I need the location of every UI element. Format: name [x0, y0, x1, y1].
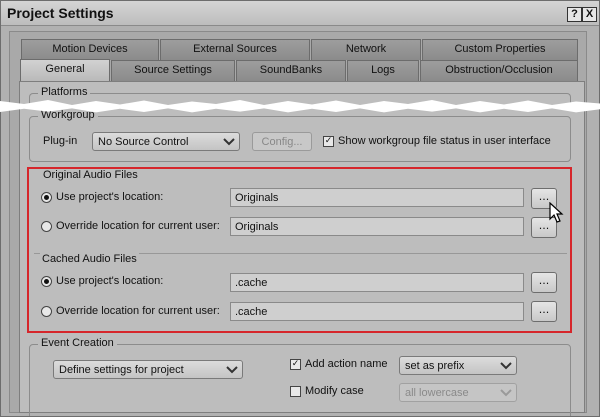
tab-logs[interactable]: Logs — [347, 60, 419, 81]
chevron-down-icon — [500, 389, 512, 397]
help-button[interactable]: ? — [567, 7, 582, 22]
event-creation-label: Event Creation — [38, 337, 117, 349]
platforms-label: Platforms — [38, 86, 91, 98]
chevron-down-icon — [226, 366, 238, 374]
close-button[interactable]: X — [582, 7, 597, 22]
chevron-down-icon — [223, 138, 235, 146]
show-status-checkbox[interactable]: ✓ — [323, 136, 334, 147]
tab-external-sources[interactable]: External Sources — [160, 39, 310, 60]
tab-general[interactable]: General — [20, 59, 110, 82]
audio-files-highlight-box — [27, 167, 572, 333]
plugin-label: Plug-in — [43, 135, 78, 147]
tab-source-settings[interactable]: Source Settings — [111, 60, 235, 81]
modify-case-dropdown[interactable]: all lowercase — [399, 383, 517, 402]
add-action-dropdown[interactable]: set as prefix — [399, 356, 517, 375]
window-title: Project Settings — [7, 5, 114, 21]
tab-custom-properties[interactable]: Custom Properties — [422, 39, 578, 60]
add-action-name-label: Add action name — [305, 358, 388, 370]
chevron-down-icon — [500, 362, 512, 370]
event-creation-group: Event Creation — [29, 337, 571, 416]
show-status-label: Show workgroup file status in user inter… — [338, 135, 551, 147]
title-bar[interactable]: Project Settings ? X — [1, 1, 599, 26]
event-definition-dropdown[interactable]: Define settings for project — [53, 360, 243, 379]
tab-obstruction-occlusion[interactable]: Obstruction/Occlusion — [420, 60, 578, 81]
modify-case-dropdown-value: all lowercase — [405, 387, 469, 399]
modify-case-label: Modify case — [305, 385, 364, 397]
add-action-dropdown-value: set as prefix — [405, 360, 465, 372]
tab-network[interactable]: Network — [311, 39, 421, 60]
add-action-name-checkbox[interactable]: ✓ — [290, 359, 301, 370]
tab-motion-devices[interactable]: Motion Devices — [21, 39, 159, 60]
modify-case-checkbox[interactable] — [290, 386, 301, 397]
plugin-dropdown-value: No Source Control — [98, 136, 189, 148]
event-definition-value: Define settings for project — [59, 364, 184, 376]
tab-soundbanks[interactable]: SoundBanks — [236, 60, 346, 81]
plugin-dropdown[interactable]: No Source Control — [92, 132, 240, 151]
config-button[interactable]: Config... — [252, 132, 312, 151]
mouse-pointer-icon — [549, 202, 564, 223]
